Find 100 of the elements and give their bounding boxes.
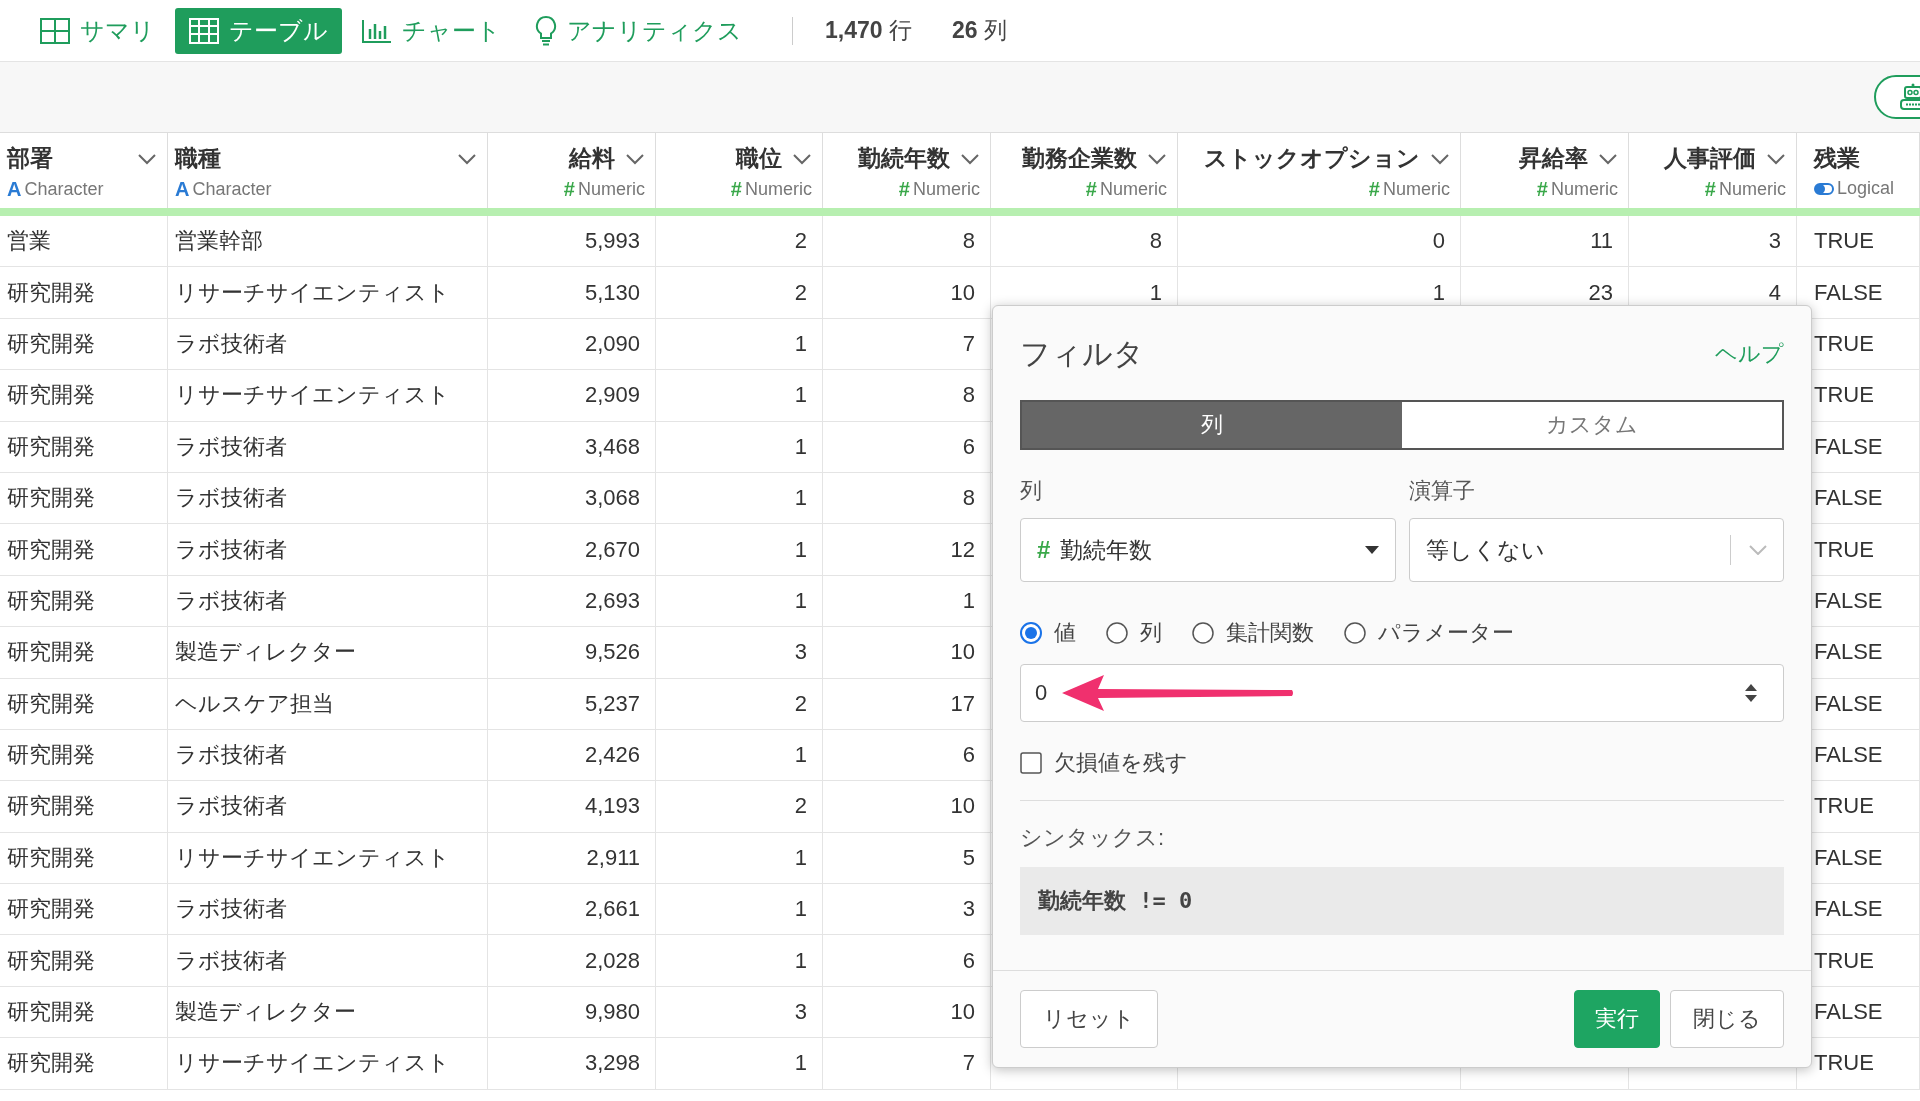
table-cell: 4,193	[488, 781, 656, 833]
type-icon: #	[1704, 178, 1716, 201]
table-cell: 2,090	[488, 318, 656, 371]
table-cell: 2	[656, 216, 823, 268]
column-name: 残業	[1814, 144, 1860, 173]
table-cell: TRUE	[1797, 216, 1920, 268]
table-cell: 製造ディレクター	[168, 986, 488, 1039]
table-cell: 8	[823, 216, 991, 268]
mode-tab[interactable]: カスタム	[1402, 402, 1782, 448]
table-cell: 10	[823, 986, 991, 1039]
table-cell: 研究開発	[0, 267, 168, 319]
radio-label: 値	[1054, 619, 1076, 647]
type-icon: #	[563, 178, 575, 201]
table-cell: 研究開発	[0, 935, 168, 987]
table-cell: 1	[656, 575, 823, 628]
count-label: 26 列	[951, 16, 1007, 45]
table-cell: 1	[656, 935, 823, 987]
table-cell: 3	[656, 986, 823, 1039]
type-icon: A	[7, 178, 22, 201]
table-cell: 研究開発	[0, 729, 168, 782]
table-cell: 5,237	[488, 678, 656, 730]
type-icon: #	[1368, 178, 1380, 201]
column-name: 職位	[736, 144, 782, 173]
table-cell: 1	[656, 524, 823, 576]
column-name: 昇給率	[1519, 144, 1588, 173]
table-cell: 11	[1461, 216, 1629, 268]
table-cell: 1	[656, 472, 823, 525]
table-cell: ラボ技術者	[168, 318, 488, 371]
table-cell: 研究開発	[0, 370, 168, 422]
table-cell: 2,693	[488, 575, 656, 628]
table-cell: 2,670	[488, 524, 656, 576]
type-icon: #	[1085, 178, 1097, 201]
column-type: Numeric	[1383, 179, 1450, 200]
table-cell: ラボ技術者	[168, 524, 488, 576]
column-type: Numeric	[1551, 179, 1618, 200]
table-cell: 6	[823, 729, 991, 782]
table-cell: 8	[991, 216, 1178, 268]
table-cell: 17	[823, 678, 991, 730]
table-cell: 1	[656, 832, 823, 885]
syntax-code: 勤続年数 != 0	[1020, 867, 1784, 935]
checkbox-label: 欠損値を残す	[1054, 749, 1188, 777]
table-cell: 12	[823, 524, 991, 576]
dialog-title: フィルタ	[1020, 335, 1144, 372]
column-name: 勤続年数	[858, 144, 950, 173]
operator-select[interactable]: 等しくない	[1408, 518, 1784, 582]
table-cell: ラボ技術者	[168, 884, 488, 936]
table-cell: 1	[823, 575, 991, 628]
syntax-label: シンタックス:	[1020, 824, 1166, 852]
type-icon: #	[1536, 178, 1548, 201]
table-cell: 8	[823, 370, 991, 422]
mode-tab[interactable]: 列	[1022, 402, 1402, 448]
table-cell: 10	[823, 267, 991, 319]
table-cell: ラボ技術者	[168, 472, 488, 525]
column-name: 部署	[7, 144, 53, 173]
table-cell: 研究開発	[0, 986, 168, 1039]
table-cell: ラボ技術者	[168, 935, 488, 987]
table-cell: 6	[823, 935, 991, 987]
table-cell: 研究開発	[0, 781, 168, 833]
table-cell: 製造ディレクター	[168, 627, 488, 679]
table-cell: 1	[656, 318, 823, 371]
dialog-button[interactable]: リセット	[1020, 990, 1158, 1048]
value-input[interactable]: 0	[1020, 664, 1784, 722]
table-cell: 2,909	[488, 370, 656, 422]
count-label: 1,470 行	[825, 16, 912, 45]
table-cell: 研究開発	[0, 884, 168, 936]
table-cell: 3,068	[488, 472, 656, 525]
table-cell: 2	[656, 781, 823, 833]
radio-label: 列	[1140, 619, 1162, 647]
dialog-button[interactable]: 閉じる	[1670, 990, 1784, 1048]
column-name: 人事評価	[1664, 144, 1756, 173]
type-icon: #	[730, 178, 742, 201]
table-cell: 営業	[0, 216, 168, 268]
column-type: Character	[192, 179, 272, 200]
field-label: 列	[1020, 477, 1043, 505]
table-cell: ヘルスケア担当	[168, 678, 488, 730]
table-cell: 研究開発	[0, 627, 168, 679]
column-type: Numeric	[578, 179, 645, 200]
column-name: ストックオプション	[1204, 144, 1420, 173]
table-cell: 9,526	[488, 627, 656, 679]
type-icon: A	[175, 178, 190, 201]
table-cell: 3,298	[488, 1038, 656, 1090]
column-select[interactable]: # 勤続年数	[1020, 518, 1396, 582]
table-cell: ラボ技術者	[168, 781, 488, 833]
table-cell: 2,911	[488, 832, 656, 885]
table-cell: 1	[656, 729, 823, 782]
type-icon: #	[898, 178, 910, 201]
table-cell: リサーチサイエンティスト	[168, 832, 488, 885]
column-name: 給料	[569, 144, 615, 173]
table-cell: 3	[656, 627, 823, 679]
table-cell: 3,468	[488, 421, 656, 473]
table-cell: 6	[823, 421, 991, 473]
table-cell: 研究開発	[0, 472, 168, 525]
table-cell: 研究開発	[0, 678, 168, 730]
table-cell: 1	[656, 421, 823, 473]
table-cell: 研究開発	[0, 1038, 168, 1090]
table-cell: ラボ技術者	[168, 729, 488, 782]
table-cell: 研究開発	[0, 421, 168, 473]
table-cell: 2	[656, 267, 823, 319]
column-type: Numeric	[1100, 179, 1167, 200]
table-cell: リサーチサイエンティスト	[168, 370, 488, 422]
